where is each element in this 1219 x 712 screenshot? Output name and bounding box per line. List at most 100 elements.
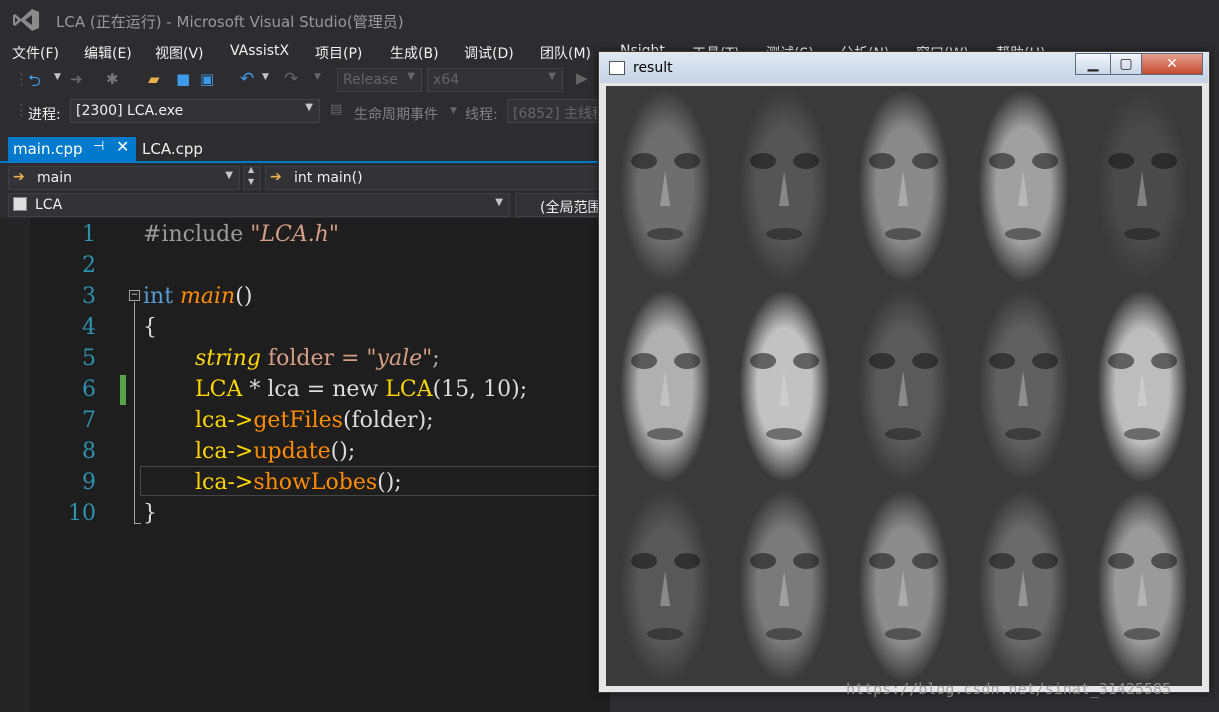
outline-guide <box>134 302 135 524</box>
code-text: (); <box>377 470 402 495</box>
code-line-10: } <box>143 501 157 526</box>
eigenface-tile <box>1082 86 1202 286</box>
outline-guide-end <box>134 523 141 524</box>
toolbar-grip-icon: ⋮ <box>14 70 29 88</box>
chevron-down-icon: ▼ <box>495 197 503 208</box>
eigenface-tile <box>606 286 726 486</box>
minimize-icon: ▁ <box>1087 56 1099 72</box>
close-icon[interactable]: ✕ <box>116 137 129 156</box>
open-file-icon[interactable]: ▰ <box>148 70 160 88</box>
method-name: getFiles <box>253 408 343 433</box>
navigate-back-icon[interactable]: ⮌ <box>28 70 41 97</box>
line-number: 5 <box>82 346 96 371</box>
project-select[interactable]: LCA ▼ <box>8 193 510 217</box>
scope-right-select[interactable]: ➔ int main() <box>265 166 610 190</box>
line-number: 2 <box>82 253 96 278</box>
line-number: 3 <box>82 284 96 309</box>
line-number: 4 <box>82 315 96 340</box>
function-name: main <box>180 284 236 309</box>
code-line-9: lca->showLobes(); <box>195 470 402 495</box>
code-line-3: int main() <box>143 284 252 309</box>
process-select[interactable]: [2300] LCA.exe ▼ <box>70 99 320 123</box>
tab-lca-cpp[interactable]: LCA.cpp <box>142 140 203 158</box>
undo-icon[interactable]: ↶ <box>240 69 254 89</box>
class-name: LCA <box>195 377 243 402</box>
object-name: lca-> <box>195 408 254 433</box>
down-arrow-icon: ▼ <box>248 177 255 186</box>
lifecycle-events-label[interactable]: 生命周期事件 <box>354 104 438 124</box>
platform-value: x64 <box>433 72 460 88</box>
process-label: 进程: <box>28 107 61 123</box>
change-tracking-marker <box>120 375 126 405</box>
lifecycle-events-icon[interactable]: ▤ <box>330 102 342 117</box>
punctuation: ; <box>432 346 440 371</box>
method-name: update <box>253 439 331 464</box>
preprocessor-directive: #include <box>143 222 251 247</box>
close-icon: ✕ <box>1166 56 1178 72</box>
configuration-value: Release <box>343 72 398 88</box>
close-window-button[interactable]: ✕ <box>1141 53 1203 75</box>
scope-splitter[interactable]: ▲ ▼ <box>243 165 261 190</box>
save-all-icon[interactable]: ▣ <box>200 70 214 88</box>
chevron-down-icon: ▼ <box>548 71 556 82</box>
save-icon[interactable]: ■ <box>176 70 190 88</box>
new-project-icon[interactable]: ✱ <box>106 70 119 88</box>
menu-build[interactable]: 生成(B) <box>390 43 439 63</box>
scope-left-select[interactable]: ➔ main ▼ <box>8 166 240 190</box>
undo-dropdown-icon[interactable]: ▼ <box>262 72 269 82</box>
back-dropdown-icon[interactable]: ▼ <box>54 72 61 82</box>
line-number: 9 <box>82 470 96 495</box>
eigenface-tile <box>1082 286 1202 486</box>
thread-label: 线程: <box>465 107 498 123</box>
code-line-7: lca->getFiles(folder); <box>195 408 434 433</box>
continue-icon[interactable]: ▶ <box>576 69 588 87</box>
pin-icon[interactable]: ⊣ <box>93 139 104 154</box>
code-text: (); <box>330 439 356 464</box>
minimize-button[interactable]: ▁ <box>1075 53 1111 75</box>
redo-icon[interactable]: ↷ <box>284 69 298 89</box>
menu-team[interactable]: 团队(M) <box>540 43 591 63</box>
eigenface-tile <box>963 486 1083 686</box>
result-window-title: result <box>633 60 673 76</box>
chevron-down-icon: ▼ <box>225 170 233 181</box>
code-text: folder = <box>260 346 367 371</box>
menu-file[interactable]: 文件(F) <box>12 43 59 63</box>
eigenface-tile <box>725 86 845 286</box>
platform-select[interactable]: x64 ▼ <box>427 68 563 92</box>
eigenface-tile <box>606 486 726 686</box>
navigate-forward-icon[interactable]: ➜ <box>70 70 83 88</box>
global-scope-value: (全局范围) <box>540 200 607 216</box>
eigenface-tile <box>844 486 964 686</box>
menu-view[interactable]: 视图(V) <box>155 43 204 63</box>
window-title: LCA (正在运行) - Microsoft Visual Studio(管理员… <box>56 13 404 31</box>
collapse-icon[interactable]: − <box>129 290 140 301</box>
indicator-margin <box>0 218 30 712</box>
menu-edit[interactable]: 编辑(E) <box>84 43 132 63</box>
thread-select[interactable]: [6852] 主线程 <box>507 99 607 123</box>
up-arrow-icon: ▲ <box>248 165 255 174</box>
project-value: LCA <box>35 197 63 213</box>
punctuation: } <box>143 501 157 526</box>
lifecycle-dropdown-icon[interactable]: ▼ <box>450 106 457 116</box>
menu-debug[interactable]: 调试(D) <box>464 43 514 63</box>
redo-dropdown-icon[interactable]: ▼ <box>314 72 321 82</box>
global-scope-select[interactable]: (全局范围) <box>515 193 610 217</box>
visual-studio-logo-icon <box>13 9 39 31</box>
punctuation: { <box>143 315 157 340</box>
code-line-4: { <box>143 315 157 340</box>
eigenface-tile <box>725 486 845 686</box>
toolbar-grip-icon: ⋮ <box>14 101 29 119</box>
configuration-select[interactable]: Release ▼ <box>337 68 422 92</box>
code-line-5: string folder = "yale"; <box>195 346 440 371</box>
type-name: string <box>195 346 261 371</box>
scope-right-value: int main() <box>294 170 363 186</box>
process-value: [2300] LCA.exe <box>76 103 184 119</box>
punctuation: () <box>235 284 253 309</box>
watermark-text: https://blog.csdn.net/sinat_31425585 <box>846 680 1172 698</box>
menu-vassistx[interactable]: VAssistX <box>230 43 289 59</box>
maximize-button[interactable]: ▢ <box>1110 53 1142 75</box>
eigenface-tile <box>963 86 1083 286</box>
tab-label: main.cpp <box>13 140 83 158</box>
chevron-down-icon: ▼ <box>305 102 313 113</box>
menu-project[interactable]: 项目(P) <box>315 43 362 63</box>
